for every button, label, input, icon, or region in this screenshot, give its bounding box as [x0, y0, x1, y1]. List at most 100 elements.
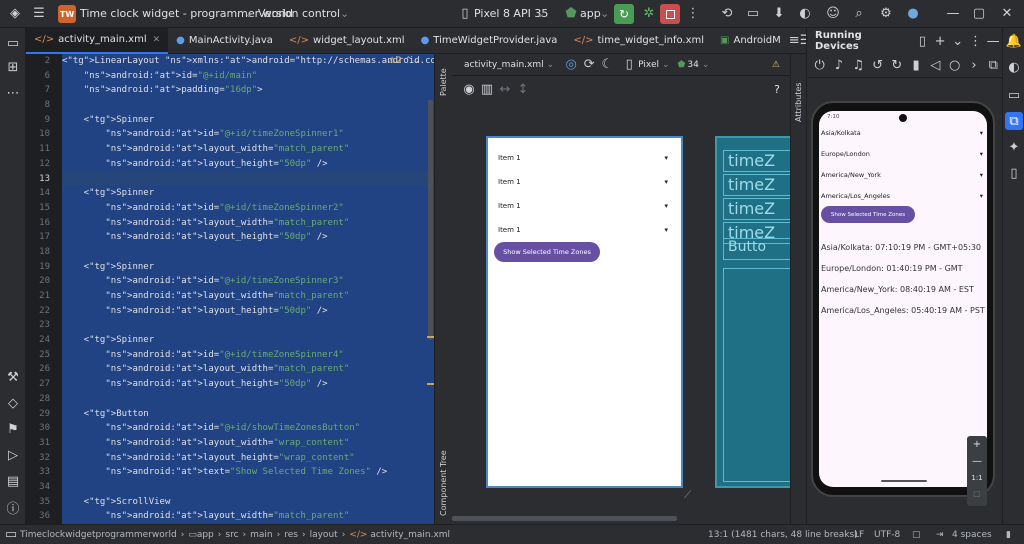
preview-device-selector[interactable]: Pixel: [638, 60, 659, 70]
minimize-icon[interactable]: —: [984, 32, 1002, 50]
warning-indicator[interactable]: ⚠2 ⌃⌄: [388, 56, 420, 66]
scrollbar[interactable]: [428, 100, 433, 340]
code-line[interactable]: "ns">android:"at">layout_height="wrap_co…: [62, 451, 434, 466]
preview-button[interactable]: Show Selected Time Zones: [494, 242, 600, 262]
account-icon[interactable]: ☺: [824, 5, 842, 23]
file-encoding[interactable]: UTF-8: [874, 530, 900, 540]
breadcrumb[interactable]: layout: [310, 530, 338, 540]
chevron-down-icon[interactable]: ⌄: [244, 7, 253, 20]
chevron-down-icon[interactable]: ⌄: [547, 60, 555, 70]
fit-screen-icon[interactable]: ▢: [967, 486, 987, 502]
code-line[interactable]: "ns">android:"at">id="@+id/timeZoneSpinn…: [62, 127, 434, 142]
tab-timewidgetprovider[interactable]: ● TimeWidgetProvider.java: [413, 28, 566, 54]
timezone-spinner[interactable]: Europe/London ▾: [821, 150, 983, 158]
orientation-icon[interactable]: ⟳: [580, 56, 598, 74]
design-surface-icon[interactable]: ◎: [562, 56, 580, 74]
blueprint-toggle-icon[interactable]: ▥: [478, 80, 496, 98]
code-line[interactable]: "ns">android:"at">layout_height="50dp" /…: [62, 230, 434, 245]
apply-changes-icon[interactable]: ↻: [614, 4, 634, 24]
chevron-down-icon[interactable]: ⌄: [949, 32, 967, 50]
code-line[interactable]: <"tg">Spinner: [62, 333, 434, 348]
device-tab-icon[interactable]: ▯: [913, 32, 931, 50]
terminal-icon[interactable]: ▤: [4, 472, 22, 490]
back-icon[interactable]: ◁: [927, 57, 944, 75]
volume-down-icon[interactable]: ♫: [850, 57, 867, 75]
sync-gradle-icon[interactable]: ⟲: [718, 5, 736, 23]
component-tree-tab[interactable]: Component Tree: [439, 450, 448, 516]
code-line[interactable]: "ns">android:"at">layout_width="wrap_con…: [62, 436, 434, 451]
horizontal-scrollbar[interactable]: [452, 516, 677, 521]
layout-file-selector[interactable]: activity_main.xml: [464, 60, 544, 70]
tab-widget-layout[interactable]: </> widget_layout.xml: [281, 28, 413, 54]
minimize-icon[interactable]: —: [944, 5, 962, 23]
timezone-spinner[interactable]: America/New_York ▾: [821, 171, 983, 179]
code-line[interactable]: <"tg">Button: [62, 407, 434, 422]
chevron-down-icon[interactable]: ⌄: [412, 56, 420, 66]
warning-icon[interactable]: ⚠: [772, 60, 780, 70]
code-line[interactable]: "ns">android:"at">id="@+id/timeZoneSpinn…: [62, 274, 434, 289]
memory-indicator-icon[interactable]: ▮: [1006, 530, 1011, 540]
stop-button[interactable]: [660, 4, 680, 24]
code-line[interactable]: "ns">android:"at">layout_height="50dp" /…: [62, 304, 434, 319]
project-badge[interactable]: TW: [58, 5, 76, 23]
problems-icon[interactable]: ⓘ: [4, 498, 22, 517]
night-mode-icon[interactable]: ☾: [598, 56, 616, 74]
volume-up-icon[interactable]: ♪: [830, 57, 847, 75]
more-tools-icon[interactable]: ⋯: [4, 84, 22, 102]
tab-list-icon[interactable]: ≡: [789, 32, 800, 50]
breadcrumb[interactable]: Timeclockwidgetprogrammerworld: [20, 530, 177, 540]
code-line[interactable]: "ns">android:"at">id="@+id/timeZoneSpinn…: [62, 348, 434, 363]
lock-icon[interactable]: ▢: [912, 530, 921, 540]
emulator-icon[interactable]: ▯: [1005, 164, 1023, 182]
code-line[interactable]: [62, 392, 434, 407]
palette-tab[interactable]: Palette: [439, 68, 448, 96]
chevron-down-icon[interactable]: ⌄: [340, 7, 349, 20]
rotate-left-icon[interactable]: ↺: [869, 57, 886, 75]
code-line[interactable]: [62, 98, 434, 113]
breadcrumb[interactable]: src: [225, 530, 238, 540]
zoom-ratio-button[interactable]: 1:1: [967, 470, 987, 486]
vertical-arrows-icon[interactable]: ↕: [514, 80, 532, 98]
mirror-icon[interactable]: ⧉: [985, 57, 1002, 75]
show-time-zones-button[interactable]: Show Selected Time Zones: [821, 206, 915, 223]
gesture-bar[interactable]: [881, 480, 927, 482]
timezone-spinner[interactable]: Asia/Kolkata ▾: [821, 129, 983, 137]
search-icon[interactable]: ⌕: [850, 5, 868, 23]
chevron-down-icon[interactable]: ⌄: [536, 7, 545, 20]
caret-position[interactable]: 13:1 (1481 chars, 48 line breaks): [708, 530, 858, 540]
device-explorer-icon[interactable]: ▭: [1005, 86, 1023, 104]
code-line[interactable]: [62, 318, 434, 333]
gear-icon[interactable]: ⚙: [877, 5, 895, 23]
code-line[interactable]: "ns">android:"at">id="@+id/main": [62, 69, 434, 84]
design-preview[interactable]: Item 1 ▾ Item 1 ▾ Item 1 ▾ Item 1 ▾ Show Sel…: [486, 136, 683, 488]
profiler-icon[interactable]: ◐: [796, 5, 814, 23]
android-studio-icon[interactable]: ◈: [6, 5, 24, 23]
notifications-icon[interactable]: 🔔: [1005, 32, 1023, 50]
timezone-spinner[interactable]: America/Los_Angeles ▾: [821, 192, 983, 200]
help-icon[interactable]: ?: [774, 83, 780, 96]
fold-icon[interactable]: ▮: [907, 57, 924, 75]
horizontal-arrows-icon[interactable]: ↔: [496, 80, 514, 98]
code-line[interactable]: "ns">android:"at">id="@+id/timeZoneSpinn…: [62, 201, 434, 216]
blueprint-preview[interactable]: timeZ timeZ timeZ timeZ Butto: [715, 136, 795, 488]
chevron-down-icon[interactable]: ⌄: [662, 60, 670, 70]
code-editor[interactable]: <"tg">LinearLayout "ns">xmlns:"at">andro…: [62, 54, 434, 524]
code-line[interactable]: <"tg">LinearLayout "ns">xmlns:"at">andro…: [62, 54, 434, 69]
maximize-icon[interactable]: ▢: [970, 5, 988, 23]
breadcrumb[interactable]: activity_main.xml: [370, 530, 450, 540]
run-config-selector[interactable]: app: [580, 7, 601, 20]
gemini-icon[interactable]: ✦: [1005, 138, 1023, 156]
close-icon[interactable]: ✕: [153, 35, 161, 45]
rotate-right-icon[interactable]: ↻: [888, 57, 905, 75]
breadcrumb[interactable]: res: [284, 530, 298, 540]
close-icon[interactable]: ✕: [998, 5, 1016, 23]
tab-mainactivity[interactable]: ● MainActivity.java: [168, 28, 281, 54]
home-icon[interactable]: ○: [946, 57, 963, 75]
more-icon[interactable]: ⋮: [684, 5, 702, 23]
gradle-icon[interactable]: ◐: [1005, 58, 1023, 76]
code-line[interactable]: "ns">android:"at">layout_width="match_pa…: [62, 509, 434, 524]
code-line[interactable]: "ns">android:"at">padding="16dp">: [62, 83, 434, 98]
indent-setting[interactable]: 4 spaces: [952, 530, 992, 540]
code-line[interactable]: "ns">android:"at">layout_width="match_pa…: [62, 289, 434, 304]
device-manager-icon[interactable]: ▭: [744, 5, 762, 23]
